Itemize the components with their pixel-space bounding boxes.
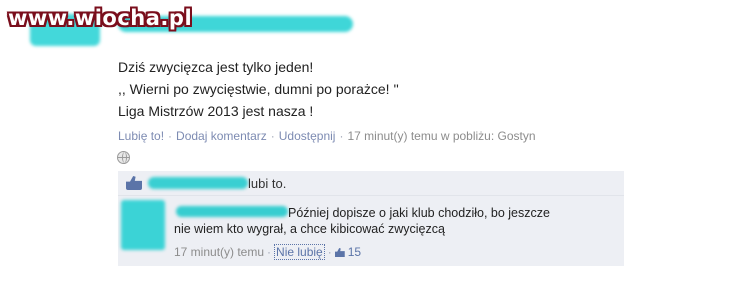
share-link[interactable]: Udostępnij <box>279 129 336 143</box>
post-line: Dziś zwycięzca jest tylko jeden! <box>118 59 314 75</box>
post-line: Liga Mistrzów 2013 jest nasza ! <box>118 103 314 119</box>
separator-dot: · <box>327 245 332 259</box>
globe-icon[interactable] <box>117 151 130 164</box>
censored-liker-name <box>148 177 248 189</box>
comment-timestamp[interactable]: 17 minut(y) temu <box>174 245 264 259</box>
comment-like-count[interactable]: 15 <box>348 245 361 259</box>
post-line: ,, Wierni po zwycięstwie, dumni po poraż… <box>118 81 399 97</box>
add-comment-link[interactable]: Dodaj komentarz <box>176 129 267 143</box>
site-watermark: www.wiocha.pl <box>8 6 193 30</box>
comment-body: Później dopisze o jaki klub chodziło, bo… <box>174 205 550 237</box>
comment-line: Później dopisze o jaki klub chodziło, bo… <box>288 206 550 220</box>
separator-dot: · <box>270 129 275 143</box>
post-actions: Lubię to! · Dodaj komentarz · Udostępnij · 17 … <box>118 129 536 143</box>
unlike-link[interactable]: Nie lubię <box>274 244 325 260</box>
comment-meta: 17 minut(y) temu · Nie lubię · 15 <box>174 244 361 260</box>
post-body: Dziś zwycięzca jest tylko jeden! ,, Wier… <box>118 56 399 122</box>
likes-summary: lubi to. <box>248 176 287 191</box>
thumbs-up-icon <box>126 176 142 190</box>
thumbs-up-icon <box>334 248 345 257</box>
post-timestamp[interactable]: 17 minut(y) temu w pobliżu: Gostyn <box>347 129 535 143</box>
censored-commenter-avatar <box>121 200 165 250</box>
separator-dot: · <box>339 129 344 143</box>
separator-dot: · <box>168 129 173 143</box>
like-link[interactable]: Lubię to! <box>118 129 164 143</box>
separator-dot: · <box>267 245 272 259</box>
comment-line: nie wiem kto wygrał, a chce kibicować zw… <box>174 222 445 236</box>
